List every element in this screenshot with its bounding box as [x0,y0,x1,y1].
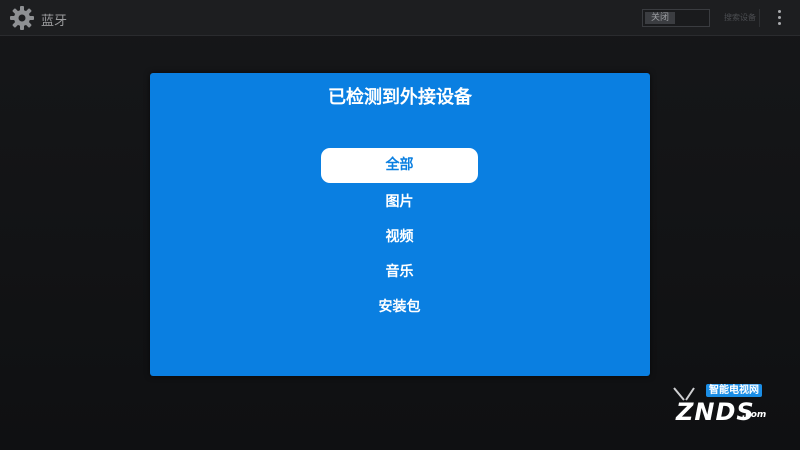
option-pictures[interactable]: 图片 [321,185,478,220]
option-music[interactable]: 音乐 [321,255,478,290]
screen: 蓝牙 关闭 搜索设备 已检测到外接设备 全部 图片 视频 音乐 安装包 智能电视… [0,0,800,450]
app-title: 蓝牙 [41,14,68,29]
external-device-dialog: 已检测到外接设备 全部 图片 视频 音乐 安装包 [150,73,650,376]
watermark-tagline: 智能电视网 [706,384,762,397]
bluetooth-toggle[interactable]: 关闭 [642,9,710,27]
gear-icon [10,6,34,30]
option-all[interactable]: 全部 [321,148,478,183]
action-bar: 蓝牙 关闭 搜索设备 [0,0,800,36]
scan-devices-button[interactable]: 搜索设备 [724,12,756,23]
watermark-logo: 智能电视网 ZNDS .com [668,384,786,434]
option-videos[interactable]: 视频 [321,220,478,255]
watermark-suffix: .com [742,410,767,420]
divider [759,9,760,27]
toggle-label: 关闭 [645,12,675,24]
dialog-title: 已检测到外接设备 [328,87,472,108]
option-install-packages[interactable]: 安装包 [321,290,478,325]
overflow-menu-icon[interactable] [774,10,784,28]
